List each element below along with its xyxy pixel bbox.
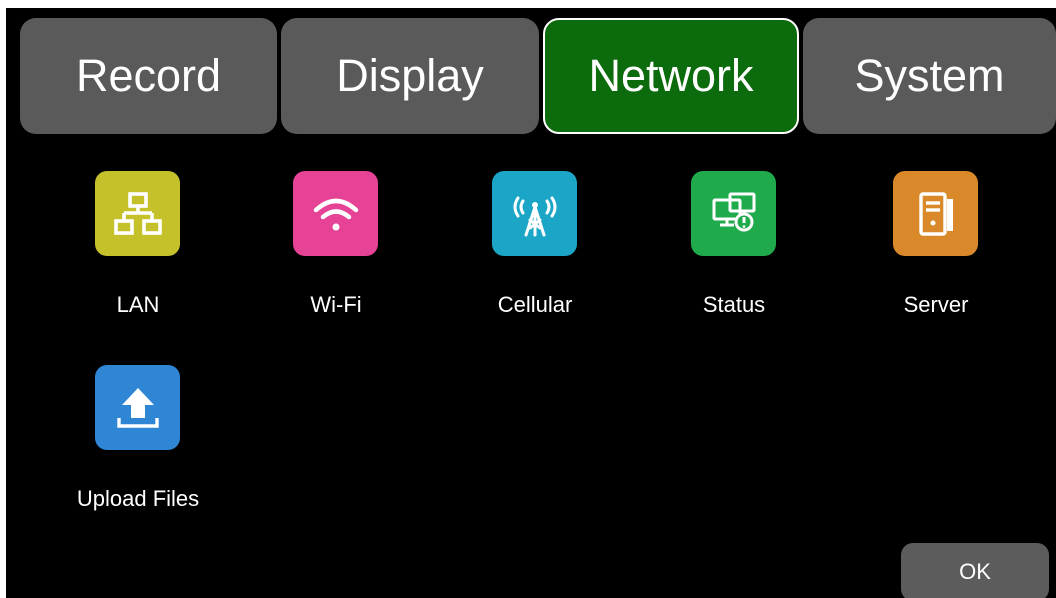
tab-label: Network — [588, 50, 754, 101]
tab-display[interactable]: Display — [281, 18, 539, 134]
menu-item-label: Status — [702, 292, 766, 317]
cellular-tower-icon — [492, 171, 577, 256]
menu-item-label: Wi-Fi — [310, 292, 362, 317]
wifi-icon — [293, 171, 378, 256]
tab-bar: Record Display Network System — [20, 18, 1056, 142]
tab-record[interactable]: Record — [20, 18, 277, 134]
server-icon — [893, 171, 978, 256]
tab-label: System — [854, 50, 1005, 101]
menu-item-server[interactable]: Server — [836, 158, 1032, 338]
menu-item-label: Upload Files — [76, 486, 200, 511]
menu-item-label: Cellular — [497, 292, 573, 317]
tab-label: Record — [75, 50, 222, 101]
network-menu-grid: LAN Wi-Fi Cellular Status Server Upload … — [38, 158, 1038, 534]
menu-item-wifi[interactable]: Wi-Fi — [236, 158, 432, 338]
lan-icon — [95, 171, 180, 256]
menu-item-label: Server — [903, 292, 969, 317]
menu-item-lan[interactable]: LAN — [38, 158, 234, 338]
tab-network[interactable]: Network — [543, 18, 799, 134]
settings-screen: Record Display Network System LAN Wi-Fi … — [6, 8, 1056, 598]
menu-item-label: LAN — [116, 292, 160, 317]
network-status-icon — [691, 171, 776, 256]
upload-icon — [95, 365, 180, 450]
menu-item-upload-files[interactable]: Upload Files — [38, 352, 234, 532]
menu-item-cellular[interactable]: Cellular — [435, 158, 631, 338]
tab-label: Display — [336, 50, 484, 101]
ok-button[interactable]: OK — [901, 543, 1049, 598]
ok-label: OK — [959, 559, 991, 584]
menu-item-status[interactable]: Status — [634, 158, 830, 338]
tab-system[interactable]: System — [803, 18, 1056, 134]
